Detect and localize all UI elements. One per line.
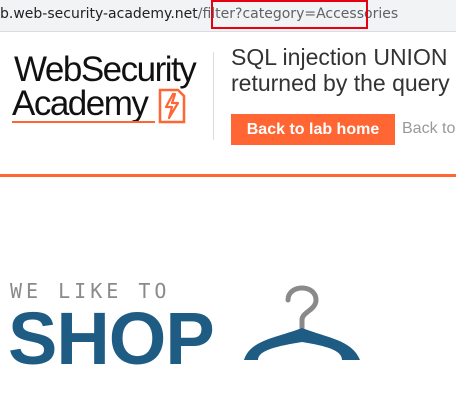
back-to-lab-home-button[interactable]: Back to lab home <box>231 114 395 145</box>
lab-title: SQL injection UNION returned by the quer… <box>231 44 456 96</box>
coat-hanger-icon <box>244 285 360 360</box>
lightning-flask-icon <box>158 88 186 124</box>
url-host: b.web-security-academy.net <box>0 6 198 22</box>
url-query-highlight-box <box>211 0 368 29</box>
logo-underline <box>12 121 155 123</box>
header-divider <box>213 52 214 140</box>
lab-title-line1: SQL injection UNION <box>231 44 448 70</box>
header-orange-rule <box>0 174 456 177</box>
browser-url-bar[interactable]: b.web-security-academy.net/filter?catego… <box>0 0 456 32</box>
logo-text-line1: WebSecurity <box>14 50 197 89</box>
logo-text-line2: Academy <box>12 84 149 123</box>
lab-title-line2: returned by the query <box>231 70 450 96</box>
back-to-lab-description-link[interactable]: Back to <box>402 120 455 138</box>
web-security-academy-logo[interactable]: WebSecurity Academy <box>10 50 215 136</box>
hero-shop-title: SHOP <box>8 297 215 380</box>
